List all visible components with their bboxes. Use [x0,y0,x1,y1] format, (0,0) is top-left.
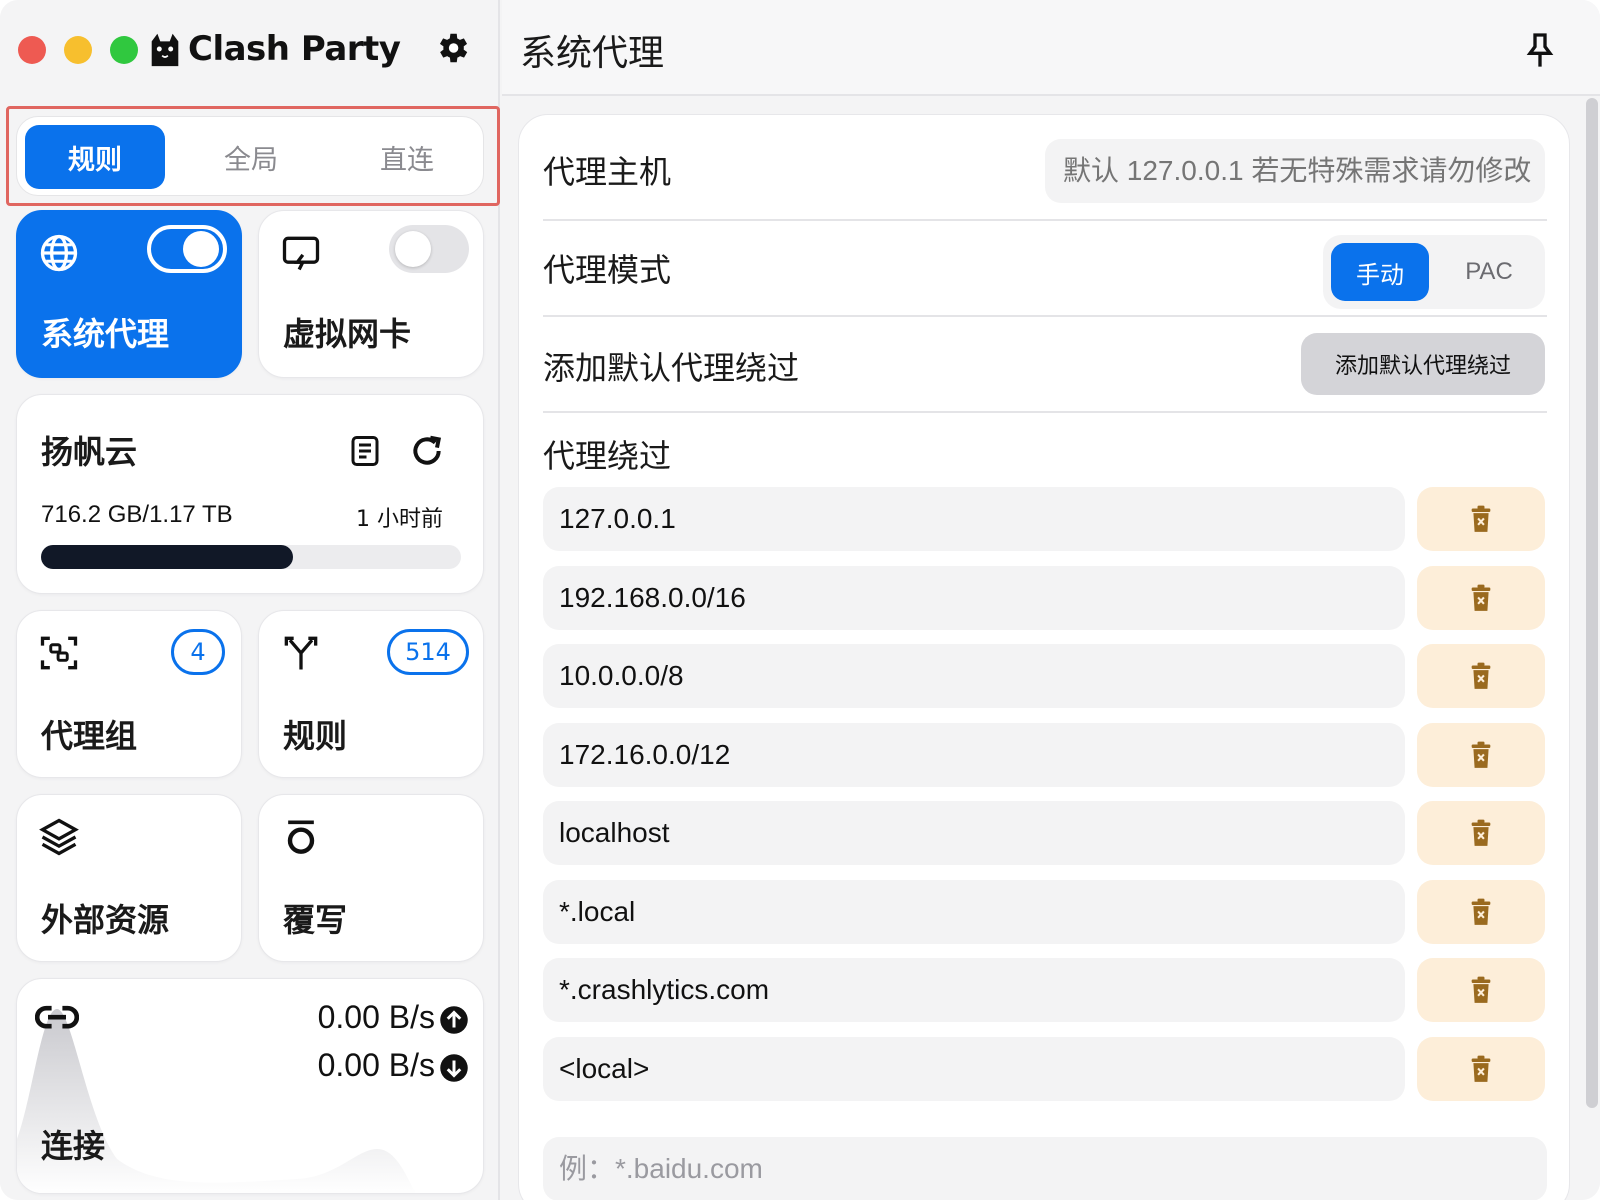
subscription-card[interactable]: 扬帆云 716.2 GB/1.17 TB 1 小时前 [16,394,484,594]
bypass-item[interactable]: localhost [543,801,1405,865]
app-brand: Clash Party [146,26,401,72]
new-bypass-input[interactable] [543,1137,1547,1200]
cat-logo-icon [151,33,179,67]
divider [543,411,1547,413]
group-scan-icon [40,636,78,670]
connections-card[interactable]: 0.00 B/s 0.00 B/s 连接 [16,978,484,1194]
subscription-name: 扬帆云 [41,433,138,471]
globe-icon [40,234,78,272]
trash-icon [1471,898,1491,925]
upload-rate: 0.00 B/s [317,999,435,1035]
download-rate: 0.00 B/s [317,1047,435,1083]
delete-bypass-button[interactable] [1417,722,1545,787]
delete-bypass-button[interactable] [1417,565,1545,630]
sidebar: Clash Party 规则 全局 直连 系统代理 虚拟网卡 扬帆云 716.2… [0,0,500,1200]
trash-icon [1471,1055,1491,1082]
mode-tabs: 规则 全局 直连 [16,116,484,196]
override-label: 覆写 [283,901,348,939]
proxy-host-input[interactable] [1045,139,1545,203]
trash-icon [1471,584,1491,611]
bypass-item[interactable]: 127.0.0.1 [543,487,1405,551]
bypass-item[interactable]: 10.0.0.0/8 [543,644,1405,708]
override-card[interactable]: 覆写 [258,794,484,962]
proxy-mode-label: 代理模式 [543,251,672,289]
proxy-mode-pac[interactable]: PAC [1441,243,1537,301]
close-window-button[interactable] [18,36,46,64]
subscription-usage: 716.2 GB/1.17 TB [41,501,233,528]
tab-rule-mode[interactable]: 规则 [25,125,165,189]
virtual-nic-card[interactable]: 虚拟网卡 [258,210,484,378]
main-panel: 系统代理 代理主机 代理模式 手动 PAC 添加默认代理绕过 添加默认代理绕过 … [502,0,1600,1200]
add-default-bypass-button[interactable]: 添加默认代理绕过 [1301,333,1545,395]
monitor-bolt-icon [282,236,320,271]
proxy-mode-selector: 手动 PAC [1323,235,1545,309]
system-proxy-card[interactable]: 系统代理 [16,210,242,378]
trash-icon [1471,505,1491,532]
trash-icon [1471,976,1491,1003]
rules-label: 规则 [283,717,348,755]
bypass-item[interactable]: *.local [543,879,1405,944]
add-default-bypass-label: 添加默认代理绕过 [543,349,800,387]
minimize-window-button[interactable] [64,36,92,64]
usage-progress-bar [41,545,461,569]
divider [543,315,1547,317]
delete-bypass-button[interactable] [1417,487,1545,551]
layers-icon [39,818,79,856]
system-proxy-label: 系统代理 [41,315,170,353]
main-header: 系统代理 [502,0,1600,96]
document-icon[interactable] [347,431,383,471]
bypass-label: 代理绕过 [543,437,672,475]
delete-bypass-button[interactable] [1417,644,1545,708]
rules-card[interactable]: 514 规则 [258,610,484,778]
app-window: Clash Party 规则 全局 直连 系统代理 虚拟网卡 扬帆云 716.2… [0,0,1600,1200]
gear-icon [439,33,468,63]
trash-icon [1471,662,1491,689]
delete-bypass-button[interactable] [1417,879,1545,944]
upload-arrow-icon [440,1006,468,1034]
virtual-nic-toggle[interactable] [389,225,469,273]
tab-global-mode[interactable]: 全局 [181,125,321,189]
subscription-updated: 1 小时前 [356,507,443,532]
app-name: Clash Party [188,29,401,69]
delete-bypass-button[interactable] [1417,1036,1545,1101]
proxy-mode-manual[interactable]: 手动 [1331,243,1429,301]
proxy-groups-count-badge: 4 [171,629,225,675]
divider [543,219,1547,221]
bypass-item[interactable]: *.crashlytics.com [543,958,1405,1022]
trash-icon [1471,819,1491,846]
delete-bypass-button[interactable] [1417,958,1545,1022]
page-title: 系统代理 [520,33,665,74]
scrollbar[interactable] [1586,98,1598,1108]
virtual-nic-label: 虚拟网卡 [283,315,412,353]
usage-progress-fill [41,545,293,569]
refresh-icon[interactable] [407,431,447,471]
link-icon [35,1005,79,1029]
external-resources-label: 外部资源 [41,901,170,939]
split-arrows-icon [284,636,318,670]
bypass-item[interactable]: 192.168.0.0/16 [543,565,1405,630]
settings-panel: 代理主机 代理模式 手动 PAC 添加默认代理绕过 添加默认代理绕过 代理绕过 … [518,114,1570,1200]
settings-button[interactable] [432,28,472,68]
tab-direct-mode[interactable]: 直连 [337,125,477,189]
trash-icon [1471,741,1491,768]
zoom-window-button[interactable] [110,36,138,64]
system-proxy-toggle[interactable] [147,225,227,273]
download-arrow-icon [440,1054,468,1082]
titlebar: Clash Party [0,0,500,100]
override-icon [287,820,315,854]
bypass-item[interactable]: 172.16.0.0/12 [543,722,1405,787]
rules-count-badge: 514 [387,629,469,675]
bypass-item[interactable]: <local> [543,1036,1405,1101]
proxy-groups-label: 代理组 [41,717,138,755]
delete-bypass-button[interactable] [1417,801,1545,865]
pin-icon[interactable] [1520,30,1560,70]
connections-label: 连接 [41,1127,106,1165]
proxy-groups-card[interactable]: 4 代理组 [16,610,242,778]
external-resources-card[interactable]: 外部资源 [16,794,242,962]
proxy-host-label: 代理主机 [543,153,672,191]
